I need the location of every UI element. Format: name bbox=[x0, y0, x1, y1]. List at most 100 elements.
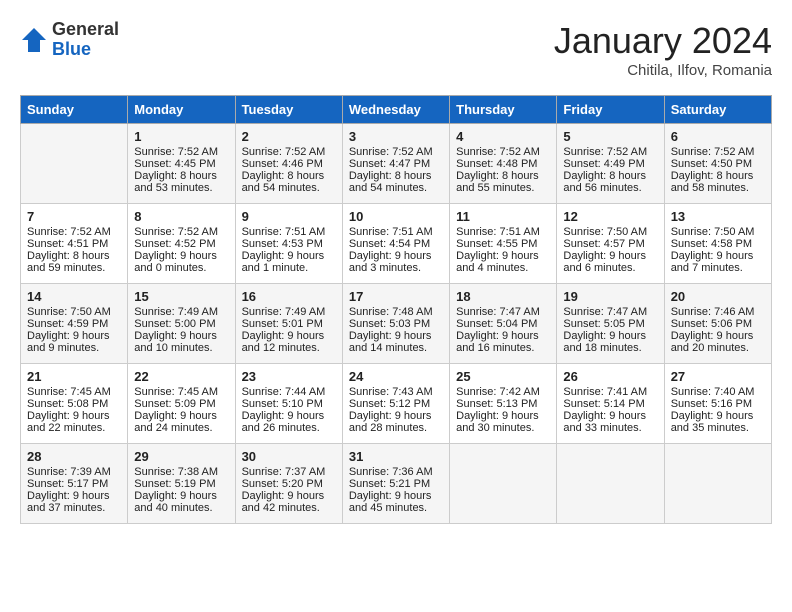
logo: General Blue bbox=[20, 20, 119, 60]
cell-info-line: Sunset: 5:13 PM bbox=[456, 398, 550, 410]
calendar-cell: 2Sunrise: 7:52 AMSunset: 4:46 PMDaylight… bbox=[235, 124, 342, 204]
week-row: 7Sunrise: 7:52 AMSunset: 4:51 PMDaylight… bbox=[21, 204, 772, 284]
cell-info-line: Sunset: 5:14 PM bbox=[563, 398, 657, 410]
cell-info-line: Sunset: 4:53 PM bbox=[242, 238, 336, 250]
calendar-cell bbox=[664, 444, 771, 524]
cell-info-line: Daylight: 8 hours bbox=[134, 170, 228, 182]
cell-info-line: Sunrise: 7:52 AM bbox=[456, 146, 550, 158]
header-day-tuesday: Tuesday bbox=[235, 96, 342, 124]
cell-info-line: and 40 minutes. bbox=[134, 502, 228, 514]
calendar-cell: 4Sunrise: 7:52 AMSunset: 4:48 PMDaylight… bbox=[450, 124, 557, 204]
title-block: January 2024 Chitila, Ilfov, Romania bbox=[554, 20, 772, 79]
cell-info-line: Sunset: 5:00 PM bbox=[134, 318, 228, 330]
cell-info-line: Sunrise: 7:52 AM bbox=[27, 226, 121, 238]
calendar-header: SundayMondayTuesdayWednesdayThursdayFrid… bbox=[21, 96, 772, 124]
logo-general-text: General bbox=[52, 20, 119, 40]
cell-info-line: and 59 minutes. bbox=[27, 262, 121, 274]
cell-info-line: Sunset: 4:50 PM bbox=[671, 158, 765, 170]
day-number: 9 bbox=[242, 209, 336, 224]
cell-info-line: Sunrise: 7:42 AM bbox=[456, 386, 550, 398]
day-number: 13 bbox=[671, 209, 765, 224]
cell-info-line: Daylight: 9 hours bbox=[456, 410, 550, 422]
cell-info-line: Sunrise: 7:52 AM bbox=[242, 146, 336, 158]
cell-info-line: Sunset: 4:52 PM bbox=[134, 238, 228, 250]
cell-info-line: Sunset: 5:06 PM bbox=[671, 318, 765, 330]
cell-info-line: Sunrise: 7:38 AM bbox=[134, 466, 228, 478]
day-number: 18 bbox=[456, 289, 550, 304]
cell-info-line: and 10 minutes. bbox=[134, 342, 228, 354]
cell-info-line: Sunrise: 7:47 AM bbox=[563, 306, 657, 318]
cell-info-line: and 3 minutes. bbox=[349, 262, 443, 274]
cell-info-line: and 56 minutes. bbox=[563, 182, 657, 194]
cell-info-line: Daylight: 8 hours bbox=[27, 250, 121, 262]
cell-info-line: Daylight: 9 hours bbox=[349, 250, 443, 262]
cell-info-line: and 53 minutes. bbox=[134, 182, 228, 194]
calendar-cell: 31Sunrise: 7:36 AMSunset: 5:21 PMDayligh… bbox=[342, 444, 449, 524]
calendar-cell: 16Sunrise: 7:49 AMSunset: 5:01 PMDayligh… bbox=[235, 284, 342, 364]
cell-info-line: Sunset: 5:08 PM bbox=[27, 398, 121, 410]
cell-info-line: Daylight: 9 hours bbox=[134, 490, 228, 502]
calendar-cell: 3Sunrise: 7:52 AMSunset: 4:47 PMDaylight… bbox=[342, 124, 449, 204]
cell-info-line: Daylight: 8 hours bbox=[563, 170, 657, 182]
cell-info-line: and 6 minutes. bbox=[563, 262, 657, 274]
cell-info-line: and 24 minutes. bbox=[134, 422, 228, 434]
cell-info-line: Sunset: 4:54 PM bbox=[349, 238, 443, 250]
cell-info-line: Sunrise: 7:51 AM bbox=[349, 226, 443, 238]
cell-info-line: and 26 minutes. bbox=[242, 422, 336, 434]
calendar-cell: 19Sunrise: 7:47 AMSunset: 5:05 PMDayligh… bbox=[557, 284, 664, 364]
calendar-cell: 7Sunrise: 7:52 AMSunset: 4:51 PMDaylight… bbox=[21, 204, 128, 284]
cell-info-line: Sunset: 5:17 PM bbox=[27, 478, 121, 490]
cell-info-line: Daylight: 9 hours bbox=[563, 410, 657, 422]
cell-info-line: Sunrise: 7:48 AM bbox=[349, 306, 443, 318]
cell-info-line: Sunset: 5:20 PM bbox=[242, 478, 336, 490]
cell-info-line: Daylight: 9 hours bbox=[134, 250, 228, 262]
calendar-cell: 15Sunrise: 7:49 AMSunset: 5:00 PMDayligh… bbox=[128, 284, 235, 364]
calendar-cell bbox=[21, 124, 128, 204]
cell-info-line: Sunset: 5:21 PM bbox=[349, 478, 443, 490]
cell-info-line: Sunrise: 7:52 AM bbox=[671, 146, 765, 158]
week-row: 21Sunrise: 7:45 AMSunset: 5:08 PMDayligh… bbox=[21, 364, 772, 444]
cell-info-line: Daylight: 9 hours bbox=[242, 410, 336, 422]
cell-info-line: and 37 minutes. bbox=[27, 502, 121, 514]
cell-info-line: Sunset: 5:01 PM bbox=[242, 318, 336, 330]
calendar-cell: 28Sunrise: 7:39 AMSunset: 5:17 PMDayligh… bbox=[21, 444, 128, 524]
cell-info-line: and 45 minutes. bbox=[349, 502, 443, 514]
cell-info-line: and 55 minutes. bbox=[456, 182, 550, 194]
cell-info-line: Sunset: 5:12 PM bbox=[349, 398, 443, 410]
calendar-cell: 22Sunrise: 7:45 AMSunset: 5:09 PMDayligh… bbox=[128, 364, 235, 444]
cell-info-line: Sunset: 5:05 PM bbox=[563, 318, 657, 330]
cell-info-line: Daylight: 9 hours bbox=[456, 330, 550, 342]
header-day-sunday: Sunday bbox=[21, 96, 128, 124]
cell-info-line: Sunrise: 7:50 AM bbox=[671, 226, 765, 238]
day-number: 24 bbox=[349, 369, 443, 384]
day-number: 14 bbox=[27, 289, 121, 304]
calendar-cell: 21Sunrise: 7:45 AMSunset: 5:08 PMDayligh… bbox=[21, 364, 128, 444]
cell-info-line: Daylight: 9 hours bbox=[349, 330, 443, 342]
cell-info-line: and 14 minutes. bbox=[349, 342, 443, 354]
day-number: 4 bbox=[456, 129, 550, 144]
cell-info-line: and 7 minutes. bbox=[671, 262, 765, 274]
day-number: 5 bbox=[563, 129, 657, 144]
cell-info-line: and 58 minutes. bbox=[671, 182, 765, 194]
cell-info-line: Sunset: 4:45 PM bbox=[134, 158, 228, 170]
calendar-cell: 10 Sunrise: 7:51 AMSunset: 4:54 PMDayligh… bbox=[342, 204, 449, 284]
cell-info-line: Daylight: 9 hours bbox=[671, 410, 765, 422]
cell-info-line: Sunset: 5:04 PM bbox=[456, 318, 550, 330]
cell-info-line: and 20 minutes. bbox=[671, 342, 765, 354]
cell-info-line: Sunrise: 7:49 AM bbox=[242, 306, 336, 318]
calendar-cell bbox=[557, 444, 664, 524]
cell-info-line: Sunrise: 7:37 AM bbox=[242, 466, 336, 478]
day-number: 27 bbox=[671, 369, 765, 384]
day-number: 3 bbox=[349, 129, 443, 144]
cell-info-line: Sunrise: 7:52 AM bbox=[134, 146, 228, 158]
calendar-cell: 13Sunrise: 7:50 AMSunset: 4:58 PMDayligh… bbox=[664, 204, 771, 284]
cell-info-line: Sunrise: 7:47 AM bbox=[456, 306, 550, 318]
cell-info-line: Sunset: 4:51 PM bbox=[27, 238, 121, 250]
cell-info-line: Daylight: 9 hours bbox=[27, 330, 121, 342]
day-number: 10 bbox=[349, 209, 443, 224]
cell-info-line: Daylight: 9 hours bbox=[456, 250, 550, 262]
cell-info-line: and 0 minutes. bbox=[134, 262, 228, 274]
day-number: 2 bbox=[242, 129, 336, 144]
cell-info-line: Sunrise: 7:39 AM bbox=[27, 466, 121, 478]
cell-info-line: Sunset: 4:46 PM bbox=[242, 158, 336, 170]
